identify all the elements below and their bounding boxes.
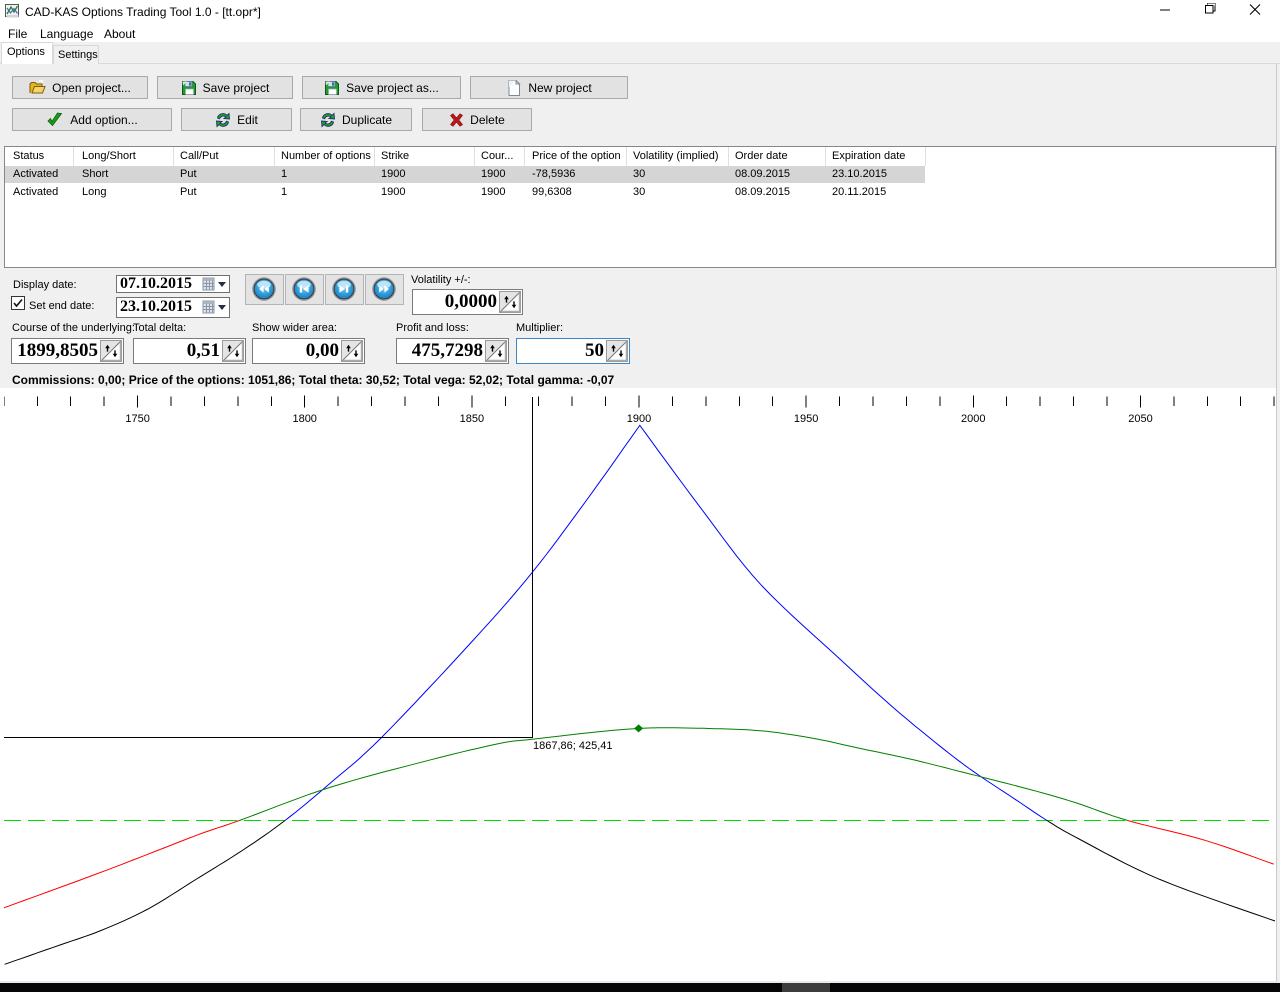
svg-text:1850: 1850 [460, 413, 484, 425]
svg-text:2050: 2050 [1128, 413, 1152, 425]
svg-text:1900: 1900 [627, 413, 651, 425]
svg-text:1800: 1800 [292, 413, 316, 425]
svg-text:2000: 2000 [961, 413, 985, 425]
svg-text:1867,86; 425,41: 1867,86; 425,41 [533, 740, 613, 752]
svg-text:1750: 1750 [125, 413, 149, 425]
svg-text:1950: 1950 [794, 413, 818, 425]
